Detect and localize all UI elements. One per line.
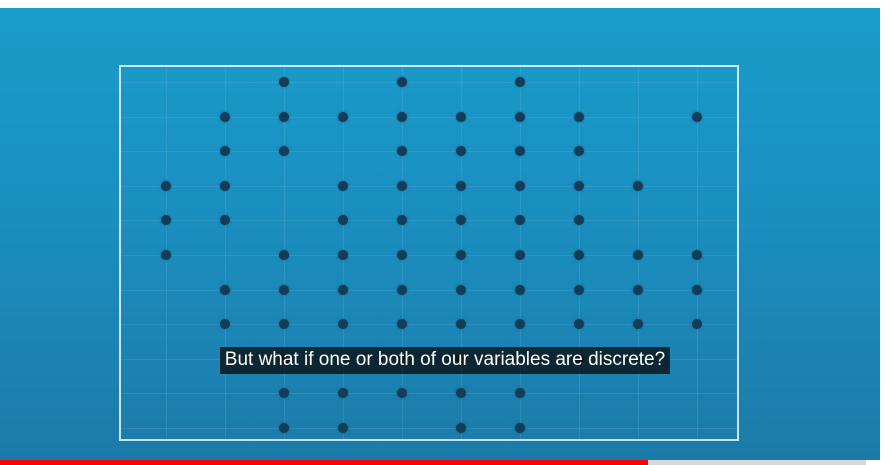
caption-text: But what if one or both of our variables… <box>219 347 671 374</box>
scatter-dot <box>338 250 348 260</box>
scatter-dot <box>692 250 702 260</box>
scatter-dot <box>633 284 643 295</box>
scatter-dot <box>397 250 407 260</box>
video-player[interactable]: But what if one or both of our variables… <box>0 0 890 465</box>
scatter-dot <box>515 284 525 295</box>
grid-line-vertical <box>225 67 226 439</box>
grid-line-horizontal <box>121 289 737 291</box>
scatter-dot <box>220 111 230 122</box>
scatter-dot <box>515 111 525 122</box>
grid-line-horizontal <box>121 185 737 187</box>
scatter-dot <box>515 250 525 260</box>
video-frame[interactable] <box>0 8 880 460</box>
scatter-dot <box>161 180 171 191</box>
progress-bar-fill <box>0 460 648 465</box>
scatter-dot <box>515 77 525 87</box>
grid-line-horizontal <box>121 220 737 222</box>
grid-line-horizontal <box>121 116 737 118</box>
scatter-dot <box>397 77 407 87</box>
scatter-dot <box>279 284 289 295</box>
scatter-dot <box>397 111 407 122</box>
scatter-dot <box>574 180 584 191</box>
scatter-dot <box>456 284 466 295</box>
scatter-dot <box>338 284 348 295</box>
scatter-dot <box>220 284 230 295</box>
scatter-dot <box>456 423 466 433</box>
grid-line-horizontal <box>121 82 737 83</box>
scatter-dot <box>338 423 348 433</box>
scatter-dot <box>456 250 466 260</box>
scatter-dot <box>397 180 407 191</box>
grid-line-horizontal <box>121 151 737 153</box>
scatter-dot <box>515 423 525 433</box>
scatter-dot <box>574 111 584 122</box>
scatter-dot <box>633 250 643 260</box>
scatter-dot <box>220 180 230 191</box>
scatter-dot <box>574 284 584 295</box>
scatter-dot <box>338 111 348 122</box>
scatter-dot <box>279 111 289 122</box>
progress-bar[interactable] <box>0 460 866 465</box>
scatter-dot <box>338 180 348 191</box>
grid-line-horizontal <box>121 428 737 429</box>
scatter-dot <box>456 111 466 122</box>
scatter-dot <box>515 180 525 191</box>
scatter-dot <box>692 284 702 295</box>
scatter-dot <box>692 111 702 122</box>
scatter-dot <box>279 77 289 87</box>
grid-line-horizontal <box>121 393 737 395</box>
scatter-dot <box>633 180 643 191</box>
scatter-dot <box>161 250 171 260</box>
scatter-dot <box>456 180 466 191</box>
scatter-dot <box>279 423 289 433</box>
grid-line-horizontal <box>121 255 737 256</box>
scatter-dot <box>574 250 584 260</box>
scatter-dot <box>397 284 407 295</box>
scatter-dot <box>279 250 289 260</box>
grid-line-horizontal <box>121 324 737 326</box>
scatter-plot-frame <box>119 65 739 441</box>
